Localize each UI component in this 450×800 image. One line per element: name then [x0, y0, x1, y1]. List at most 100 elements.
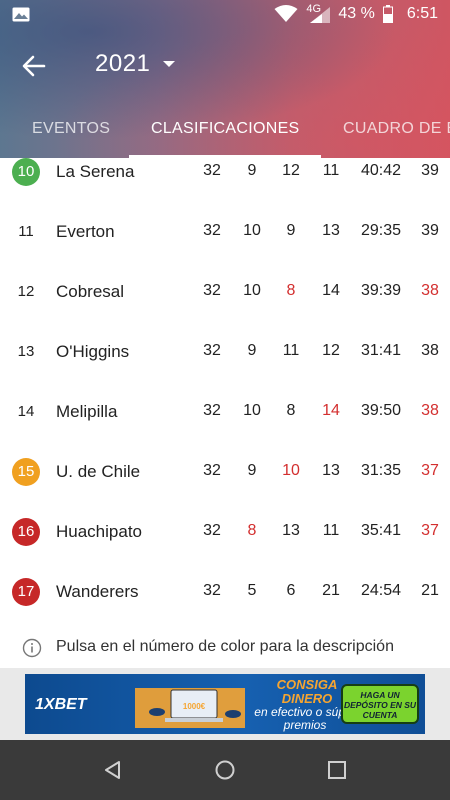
team-name: Cobresal [56, 282, 125, 301]
points[interactable]: 37 [410, 462, 450, 480]
lost: 14 [322, 282, 340, 299]
played: 32 [203, 282, 221, 299]
table-row[interactable]: 14 Melipilla 32 10 8 14 39:50 38 [0, 382, 450, 442]
drawn[interactable]: 10 [269, 462, 313, 480]
lost: 13 [322, 222, 340, 239]
won: 9 [247, 162, 257, 179]
goals: 40:42 [360, 162, 402, 179]
goals: 31:35 [360, 462, 402, 479]
tab-clasificaciones[interactable]: CLASIFICACIONES [151, 102, 300, 158]
team-name: Huachipato [56, 522, 143, 541]
position-badge[interactable]: 10 [12, 158, 40, 186]
played: 32 [203, 222, 221, 239]
won[interactable]: 8 [230, 522, 274, 540]
played: 32 [203, 342, 221, 359]
table-row[interactable]: 15 U. de Chile 32 9 10 13 31:35 37 [0, 442, 450, 502]
system-nav-bar [0, 740, 450, 800]
wifi-icon [274, 5, 298, 22]
goals: 31:41 [360, 342, 402, 359]
goals: 39:50 [360, 402, 402, 419]
team-name: Everton [56, 222, 115, 241]
gallery-icon [12, 7, 30, 22]
lost: 12 [322, 342, 340, 359]
standings-table: 10 La Serena 32 9 12 11 40:42 39 11 Ever… [0, 158, 450, 628]
drawn: 9 [286, 222, 296, 239]
drawn: 11 [282, 342, 300, 359]
hint-text: Pulsa en el número de color para la desc… [56, 638, 394, 655]
legend-hint: Pulsa en el número de color para la desc… [0, 628, 450, 668]
played: 32 [203, 582, 221, 599]
position-number: 12 [17, 283, 35, 300]
year-selector[interactable]: 2021 [95, 50, 176, 78]
played: 32 [203, 402, 221, 419]
team-name: Melipilla [56, 402, 118, 421]
info-icon [22, 638, 42, 658]
table-row[interactable]: 16 Huachipato 32 8 13 11 35:41 37 [0, 502, 450, 562]
drawn: 12 [282, 162, 300, 179]
ad-cta-button[interactable]: HAGA UN DEPÓSITO EN SU CUENTA [341, 684, 419, 724]
back-arrow-icon[interactable] [18, 50, 50, 82]
lost[interactable]: 14 [309, 402, 353, 420]
goals: 35:41 [360, 522, 402, 539]
position-badge[interactable]: 17 [12, 578, 40, 606]
drawn[interactable]: 8 [269, 282, 313, 300]
played: 32 [203, 522, 221, 539]
played: 32 [203, 462, 221, 479]
table-row[interactable]: 12 Cobresal 32 10 8 14 39:39 38 [0, 262, 450, 322]
team-name: O'Higgins [56, 342, 130, 361]
lost: 11 [322, 522, 340, 539]
won: 10 [243, 282, 261, 299]
points[interactable]: 37 [410, 522, 450, 540]
status-bar: 4G 43 % 6:51 [0, 0, 450, 30]
points[interactable]: 38 [410, 282, 450, 300]
played: 32 [203, 162, 221, 179]
toolbar: 2021 [0, 36, 450, 96]
table-row[interactable]: 11 Everton 32 10 9 13 29:35 39 [0, 202, 450, 262]
drawn: 8 [286, 402, 296, 419]
drawn: 13 [282, 522, 300, 539]
nav-back-icon[interactable] [101, 758, 125, 782]
goals: 29:35 [360, 222, 402, 239]
clock: 6:51 [406, 5, 438, 22]
nav-recents-icon[interactable] [325, 758, 349, 782]
won: 5 [247, 582, 257, 599]
signal-icon: 4G [306, 3, 331, 23]
battery-percent: 43 % [338, 5, 375, 22]
position-badge[interactable]: 15 [12, 458, 40, 486]
points: 39 [421, 162, 439, 179]
battery-icon [382, 5, 393, 23]
table-row[interactable]: 17 Wanderers 32 5 6 21 24:54 21 [0, 562, 450, 622]
drawn: 6 [286, 582, 296, 599]
points: 38 [421, 342, 439, 359]
laptop-icon: 1000€ [135, 688, 245, 728]
tab-eventos[interactable]: EVENTOS [32, 102, 110, 158]
lost: 11 [322, 162, 340, 179]
won: 9 [247, 462, 257, 479]
points: 21 [421, 582, 439, 599]
won: 9 [247, 342, 257, 359]
ad-banner[interactable]: 1XBET 1000€ CONSIGA DINERO en efectivo o… [25, 674, 425, 734]
dropdown-arrow-icon [163, 61, 176, 67]
lost: 21 [322, 582, 340, 599]
tab-bar: EVENTOS CLASIFICACIONES CUADRO DE E [0, 102, 450, 158]
team-name: Wanderers [56, 582, 139, 601]
table-row[interactable]: 13 O'Higgins 32 9 11 12 31:41 38 [0, 322, 450, 382]
ad-brand: 1XBET [35, 696, 87, 713]
ad-amount: 1000€ [183, 702, 206, 711]
lost: 13 [322, 462, 340, 479]
won: 10 [243, 222, 261, 239]
table-row[interactable]: 10 La Serena 32 9 12 11 40:42 39 [0, 158, 450, 202]
points[interactable]: 38 [410, 402, 450, 420]
points: 39 [421, 222, 439, 239]
position-badge[interactable]: 16 [12, 518, 40, 546]
team-name: La Serena [56, 162, 135, 181]
position-number: 13 [17, 343, 35, 360]
ad-container: 1XBET 1000€ CONSIGA DINERO en efectivo o… [0, 668, 450, 740]
goals: 39:39 [360, 282, 402, 299]
won: 10 [243, 402, 261, 419]
goals: 24:54 [360, 582, 402, 599]
tab-cuadro[interactable]: CUADRO DE E [343, 102, 450, 158]
active-tab-indicator [129, 155, 321, 158]
position-number: 11 [18, 223, 34, 240]
nav-home-icon[interactable] [213, 758, 237, 782]
